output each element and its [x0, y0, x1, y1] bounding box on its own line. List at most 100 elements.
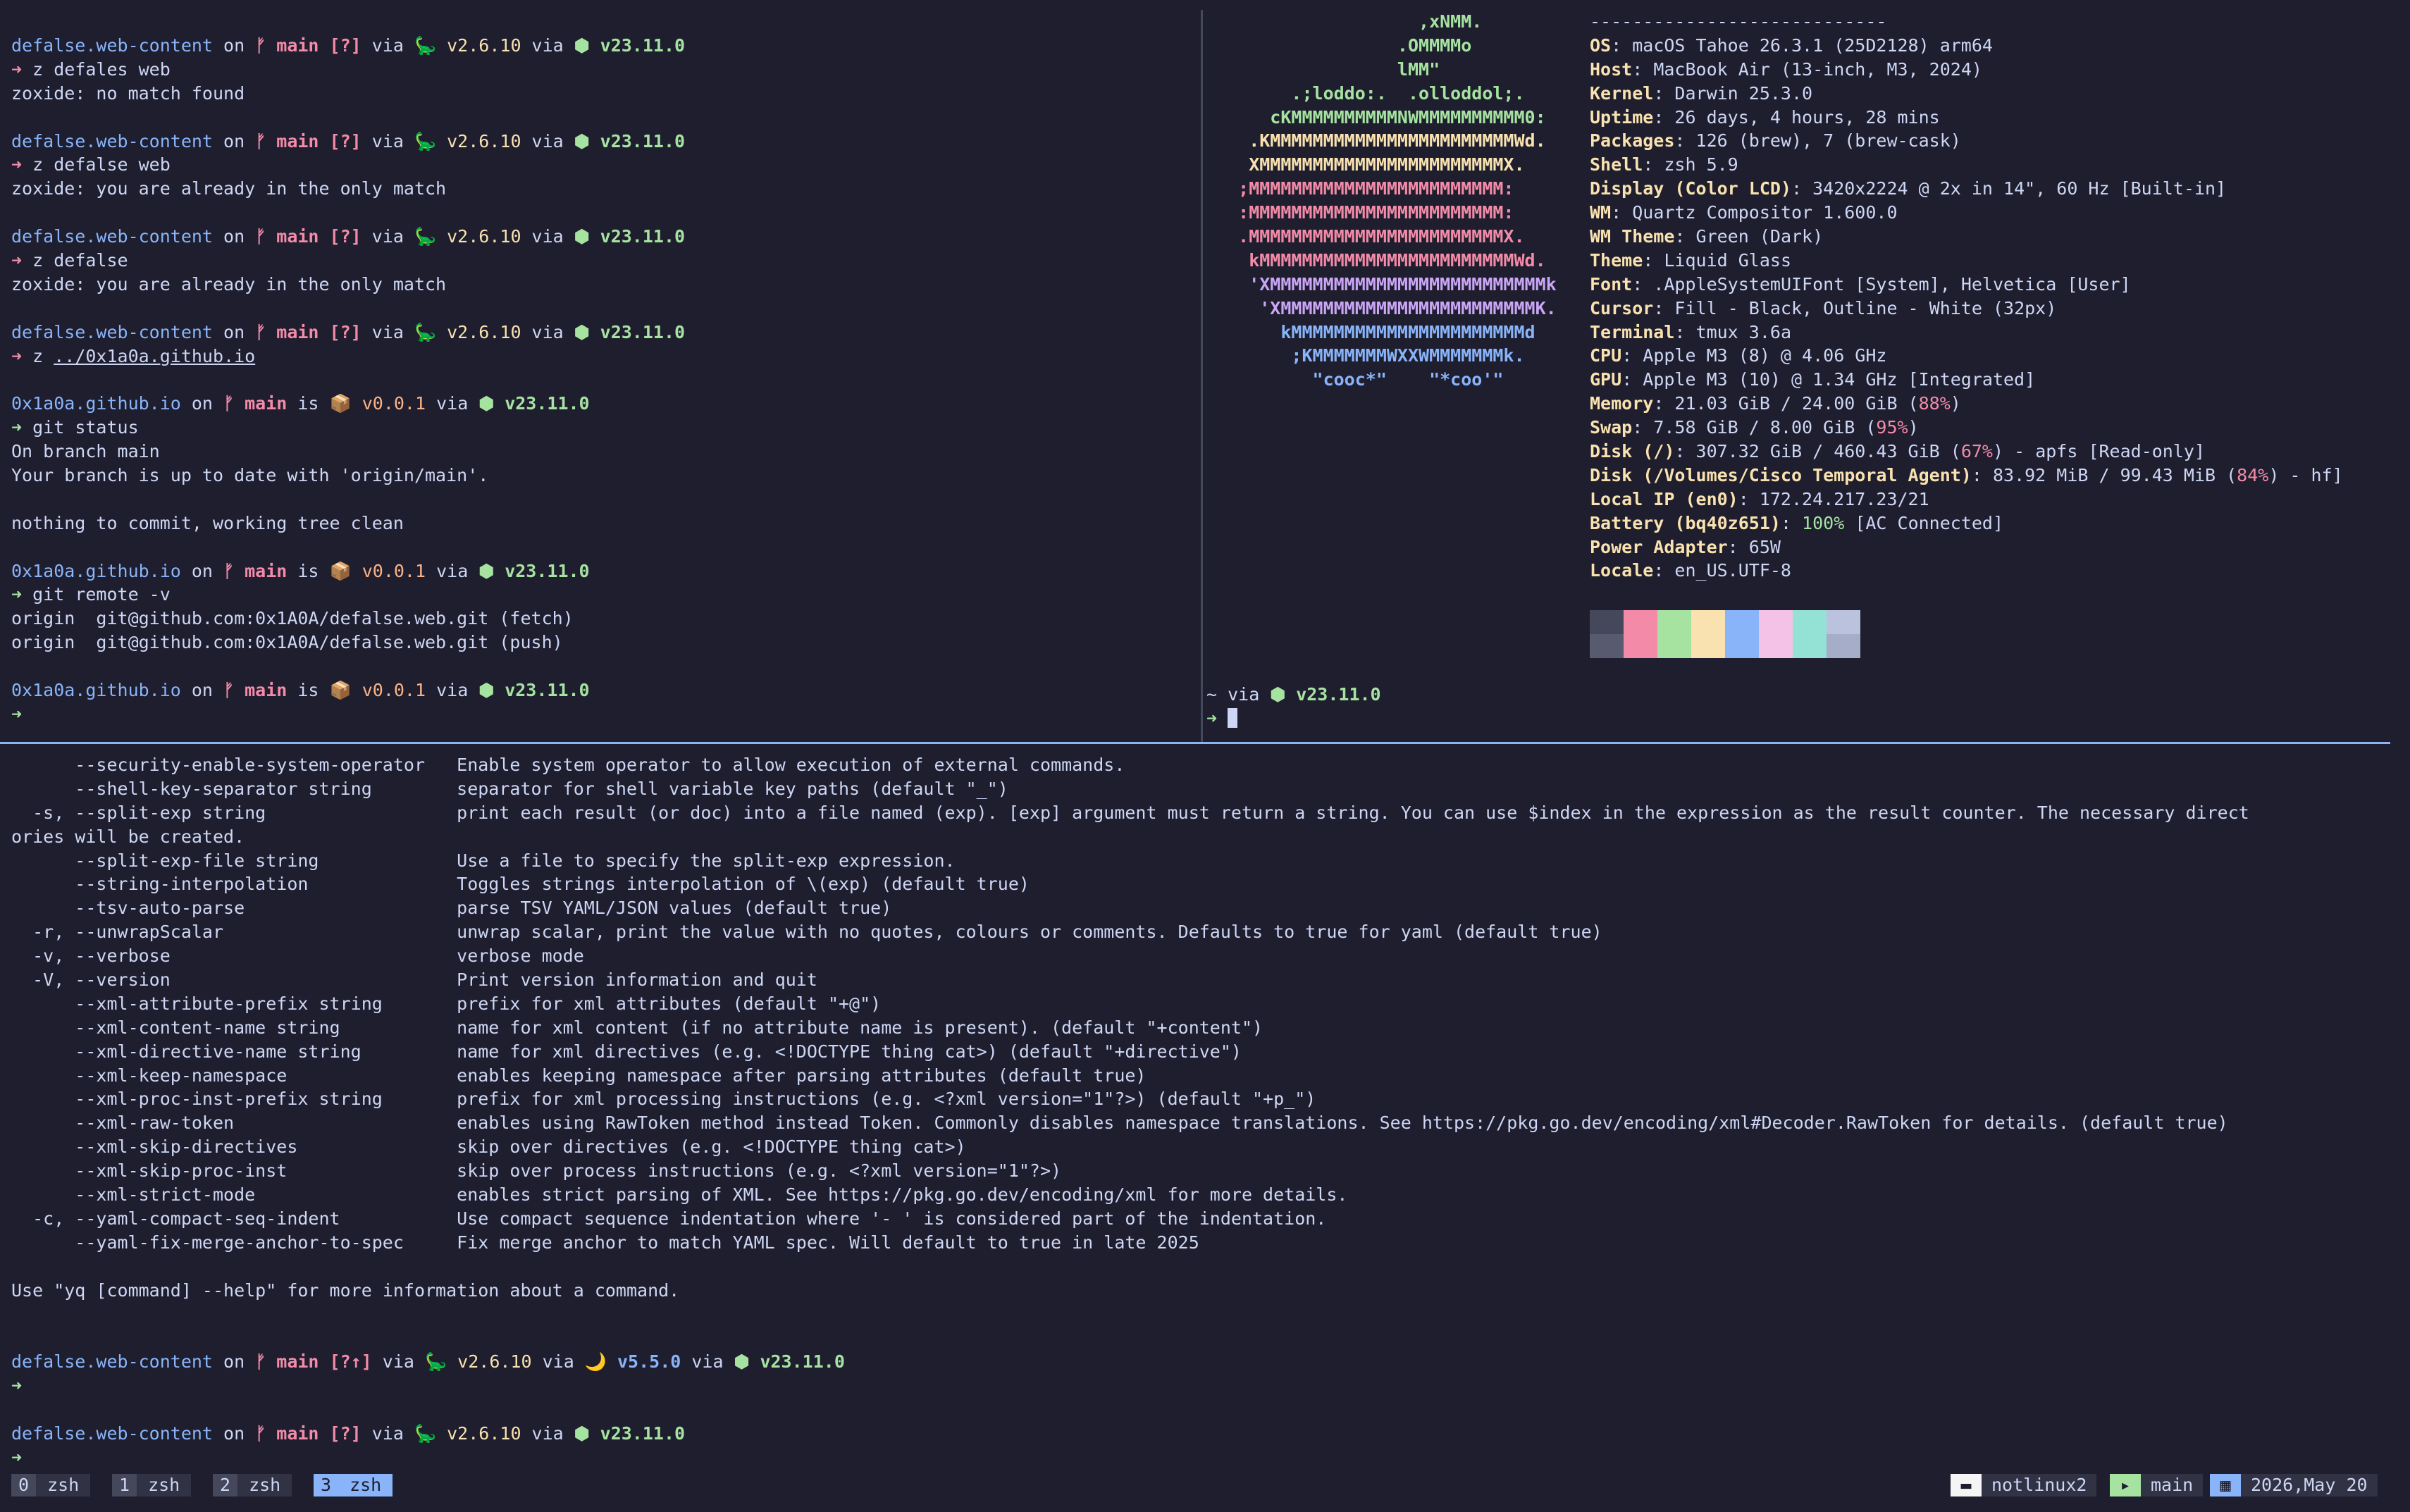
info-row: GPU: Apple M3 (10) @ 1.34 GHz [Integrate… [1590, 368, 2393, 392]
info-key: Locale [1590, 560, 1654, 581]
prompt-directory: defalse.web-content [11, 1423, 213, 1444]
prompt-line: ~ via ⬢ v23.11.0 [1206, 683, 1911, 707]
prompt-separator: on [180, 393, 224, 414]
prompt-separator: on [212, 35, 256, 56]
terminal-pane-bottom[interactable]: --security-enable-system-operator Enable… [11, 753, 2393, 1472]
terminal-pane-top-left[interactable]: defalse.web-content on ᚠ main [?] via 🦕 … [11, 34, 1195, 731]
apple-logo-line: cKMMMMMMMMMMNWMMMMMMMMMM0: [1206, 106, 1546, 128]
info-value: Apple M3 (10) @ 1.34 GHz [Integrated] [1643, 369, 2036, 390]
info-row: Display (Color LCD): 3420x2224 @ 2x in 1… [1590, 177, 2393, 201]
prompt-separator: via [361, 226, 414, 247]
prompt-deno-version: 🦕 v2.6.10 [425, 1351, 532, 1372]
prompt-separator: on [180, 680, 224, 701]
command-line: ➜ z ../0x1a0a.github.io [11, 345, 1195, 368]
info-value: Apple M3 (8) @ 4.06 GHz [1643, 345, 1887, 366]
tmux-window-tab[interactable]: 3 zsh [314, 1474, 393, 1496]
info-value: tmux 3.6a [1695, 321, 1791, 342]
prompt-line: 0x1a0a.github.io on ᚠ main is 📦 v0.0.1 v… [11, 559, 1195, 583]
info-colon: : [1653, 297, 1675, 318]
terminal-pane-top-right-shell[interactable]: ~ via ⬢ v23.11.0 ➜ [1206, 683, 1911, 733]
info-row: Packages: 126 (brew), 7 (brew-cask) [1590, 129, 2393, 153]
apple-logo-line: 'XMMMMMMMMMMMMMMMMMMMMMMMMMMk [1206, 273, 1557, 295]
help-line: --split-exp-file string Use a file to sp… [11, 850, 956, 871]
color-swatch [1691, 610, 1725, 634]
prompt-deno-version: 🦕 v2.6.10 [414, 130, 521, 151]
tmux-window-tab[interactable]: 2 zsh [213, 1474, 292, 1496]
prompt-package-version: 📦 v0.0.1 [329, 393, 426, 414]
info-row: Disk (/): 307.32 GiB / 460.43 GiB (67%) … [1590, 440, 2393, 464]
prompt-node-version: ⬢ v23.11.0 [478, 560, 590, 581]
color-swatch [1793, 634, 1827, 658]
prompt-separator: via [521, 35, 574, 56]
info-value: .AppleSystemUIFont [System], Helvetica [… [1653, 273, 2131, 295]
command-line: ➜ z defalse web [11, 153, 1195, 177]
info-colon: : [1674, 321, 1696, 342]
info-value: macOS Tahoe 26.3.1 (25D2128) arm64 [1632, 35, 1993, 56]
tmux-window-tab[interactable]: 1 zsh [112, 1474, 192, 1496]
prompt-separator: on [180, 560, 224, 581]
help-line: -s, --split-exp string print each result… [11, 802, 2249, 823]
info-row: CPU: Apple M3 (8) @ 4.06 GHz [1590, 344, 2393, 368]
help-line: -c, --yaml-compact-seq-indent Use compac… [11, 1208, 1327, 1229]
pane-divider-horizontal[interactable] [0, 742, 2390, 744]
info-key: GPU [1590, 369, 1622, 390]
prompt-git-branch: main [245, 560, 288, 581]
apple-logo-line: .KMMMMMMMMMMMMMMMMMMMMMMMWd. [1206, 130, 1546, 151]
color-swatch [1624, 634, 1657, 658]
color-swatch [1725, 634, 1759, 658]
command-output: origin git@github.com:0x1A0A/defalse.web… [11, 632, 563, 653]
color-swatch [1725, 610, 1759, 634]
info-row: WM: Quartz Compositor 1.600.0 [1590, 201, 2393, 225]
prompt-separator: on [212, 130, 256, 151]
color-swatch [1827, 610, 1860, 634]
apple-logo-line: ;KMMMMMMMWXXWMMMMMMMk. [1206, 345, 1525, 366]
status-segment: ▦ 2026,May 20 [2210, 1474, 2378, 1496]
command-line[interactable]: ➜ [1206, 707, 1911, 731]
info-colon: : [1674, 226, 1696, 247]
command-line[interactable]: ➜ [11, 1446, 2393, 1470]
prompt-arrow-icon: ➜ [11, 417, 23, 438]
info-row: Shell: zsh 5.9 [1590, 153, 2393, 177]
info-colon: : [1611, 35, 1633, 56]
prompt-arrow-icon: ➜ [11, 1375, 23, 1396]
palette-row [1590, 634, 1860, 658]
info-value: Liquid Glass [1664, 249, 1791, 271]
info-row: Kernel: Darwin 25.3.0 [1590, 82, 2393, 106]
info-value: 65W [1748, 536, 1781, 557]
fastfetch-info: ---------------------------- OS: macOS Ta… [1590, 10, 2393, 602]
apple-logo-line: lMM" [1206, 58, 1440, 80]
info-colon: : [1971, 464, 1993, 485]
window-name: zsh [137, 1474, 192, 1496]
info-colon: : [1643, 249, 1664, 271]
apple-logo-line: XMMMMMMMMMMMMMMMMMMMMMMMX. [1206, 154, 1525, 175]
help-line: --shell-key-separator string separator f… [11, 778, 1008, 799]
info-colon: : [1791, 178, 1813, 199]
git-branch-icon: ᚠ [223, 393, 245, 414]
command-output: nothing to commit, working tree clean [11, 512, 404, 533]
git-branch-icon: ᚠ [255, 226, 277, 247]
cursor [1228, 707, 1238, 728]
command-output [11, 488, 1195, 512]
prompt-git-branch: main [245, 393, 288, 414]
color-swatch [1590, 610, 1624, 634]
prompt-deno-version: 🦕 v2.6.10 [414, 321, 521, 342]
info-value: 26 days, 4 hours, 28 mins [1674, 106, 1940, 128]
info-percent: 100% [1802, 512, 1845, 533]
tmux-window-tab[interactable]: 0 zsh [11, 1474, 91, 1496]
info-row: Theme: Liquid Glass [1590, 249, 2393, 273]
info-key: OS [1590, 35, 1612, 56]
window-name: zsh [36, 1474, 91, 1496]
prompt-git-branch: main [?] [276, 321, 362, 342]
prompt-line: defalse.web-content on ᚠ main [?] via 🦕 … [11, 130, 1195, 154]
command-output: origin git@github.com:0x1A0A/defalse.web… [11, 608, 574, 629]
apple-logo-line: 'XMMMMMMMMMMMMMMMMMMMMMMMMK. [1206, 297, 1557, 318]
info-value: Quartz Compositor 1.600.0 [1632, 202, 1898, 223]
apple-logo-line: "cooc*" "*coo'" [1206, 369, 1504, 390]
info-key: Disk (/Volumes/Cisco Temporal Agent) [1590, 464, 1972, 485]
pane-divider-vertical[interactable] [1201, 10, 1203, 743]
apple-logo-line: kMMMMMMMMMMMMMMMMMMMMMMMMWd. [1206, 249, 1546, 271]
